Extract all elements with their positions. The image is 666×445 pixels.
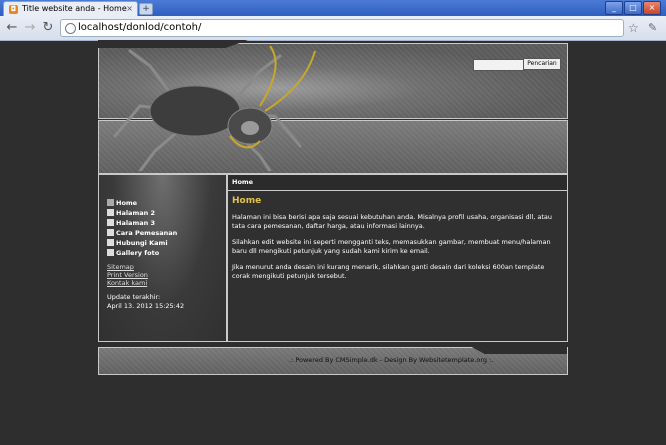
minimize-button[interactable]: _: [605, 1, 623, 15]
last-updated: Update terakhir: April 13. 2012 15:25:42: [107, 293, 184, 311]
back-arrow-icon[interactable]: ←: [4, 20, 20, 36]
browser-tab[interactable]: ◘ Title website anda - Home ×: [3, 1, 138, 17]
sidebar-links: Sitemap Print Version Kontak kami: [107, 263, 148, 287]
sidebar-item-cara-pemesanan[interactable]: Cara Pemesanan: [107, 228, 177, 238]
new-tab-button[interactable]: +: [139, 3, 153, 15]
updated-value: April 13. 2012 15:25:42: [107, 302, 185, 310]
sidebar-item-label: Home: [116, 199, 138, 207]
address-bar[interactable]: localhost/donlod/contoh/: [60, 19, 624, 37]
sidebar-item-home[interactable]: Home: [107, 198, 177, 208]
sidebar-item-halaman-2[interactable]: Halaman 2: [107, 208, 177, 218]
browser-titlebar: ◘ Title website anda - Home × + _ □ ×: [0, 0, 666, 17]
sidebar-item-gallery-foto[interactable]: Gallery foto: [107, 248, 177, 258]
maximize-button[interactable]: □: [624, 1, 642, 15]
wrench-icon[interactable]: ✎: [648, 21, 657, 34]
bullet-square-icon: [107, 249, 114, 256]
sidebar-item-label: Hubungi Kami: [116, 239, 168, 247]
forward-arrow-icon[interactable]: →: [22, 20, 38, 36]
content-paragraph: Jika menurut anda desain ini kurang mena…: [232, 263, 545, 280]
content-body: Halaman ini bisa berisi apa saja sesuai …: [232, 213, 562, 288]
footer-credit: .: Powered By CMSimple.dk - Design By We…: [289, 356, 494, 364]
sidebar-item-label: Gallery foto: [116, 249, 160, 257]
content-paragraph: Silahkan edit website ini seperti mengga…: [232, 238, 551, 255]
url-text: localhost/donlod/contoh/: [78, 22, 202, 33]
tab-title: Title website anda - Home: [22, 4, 127, 13]
search-button[interactable]: Pencarian: [523, 58, 561, 70]
bullet-square-icon: [107, 209, 114, 216]
sitemap-link[interactable]: Sitemap: [107, 263, 148, 271]
content-paragraph: Halaman ini bisa berisi apa saja sesuai …: [232, 213, 553, 230]
main-content: Home Home Halaman ini bisa berisi apa sa…: [227, 174, 568, 342]
tab-close-icon[interactable]: ×: [126, 2, 133, 16]
search-input[interactable]: [473, 59, 525, 71]
breadcrumb[interactable]: Home: [232, 178, 253, 186]
print-version-link[interactable]: Print Version: [107, 271, 148, 279]
breadcrumb-bar: Home: [228, 175, 567, 191]
bullet-square-icon: [107, 219, 114, 226]
reload-icon[interactable]: ↻: [40, 20, 56, 36]
sidebar: Home Halaman 2 Halaman 3 Cara Pemesanan …: [98, 174, 227, 342]
globe-icon: [65, 23, 76, 34]
sidebar-item-halaman-3[interactable]: Halaman 3: [107, 218, 177, 228]
page-viewport: Pencarian Home Halaman 2 Halaman 3 Cara …: [0, 40, 666, 445]
close-window-button[interactable]: ×: [643, 1, 661, 15]
bookmark-star-icon[interactable]: ☆: [628, 21, 639, 35]
favicon-icon: ◘: [9, 5, 18, 14]
ant-robot-image: [113, 46, 316, 171]
sidebar-item-label: Halaman 3: [116, 219, 156, 227]
footer-notch: [470, 346, 567, 354]
sidebar-menu: Home Halaman 2 Halaman 3 Cara Pemesanan …: [107, 198, 177, 258]
sidebar-item-hubungi-kami[interactable]: Hubungi Kami: [107, 238, 177, 248]
browser-toolbar: ← → ↻ localhost/donlod/contoh/ ☆ ✎: [0, 16, 666, 41]
bullet-square-icon: [107, 199, 114, 206]
bullet-square-icon: [107, 239, 114, 246]
page-title: Home: [232, 196, 262, 206]
sidebar-item-label: Cara Pemesanan: [116, 229, 178, 237]
contact-link[interactable]: Kontak kami: [107, 279, 148, 287]
sidebar-item-label: Halaman 2: [116, 209, 156, 217]
updated-label: Update terakhir:: [107, 293, 161, 301]
bullet-square-icon: [107, 229, 114, 236]
